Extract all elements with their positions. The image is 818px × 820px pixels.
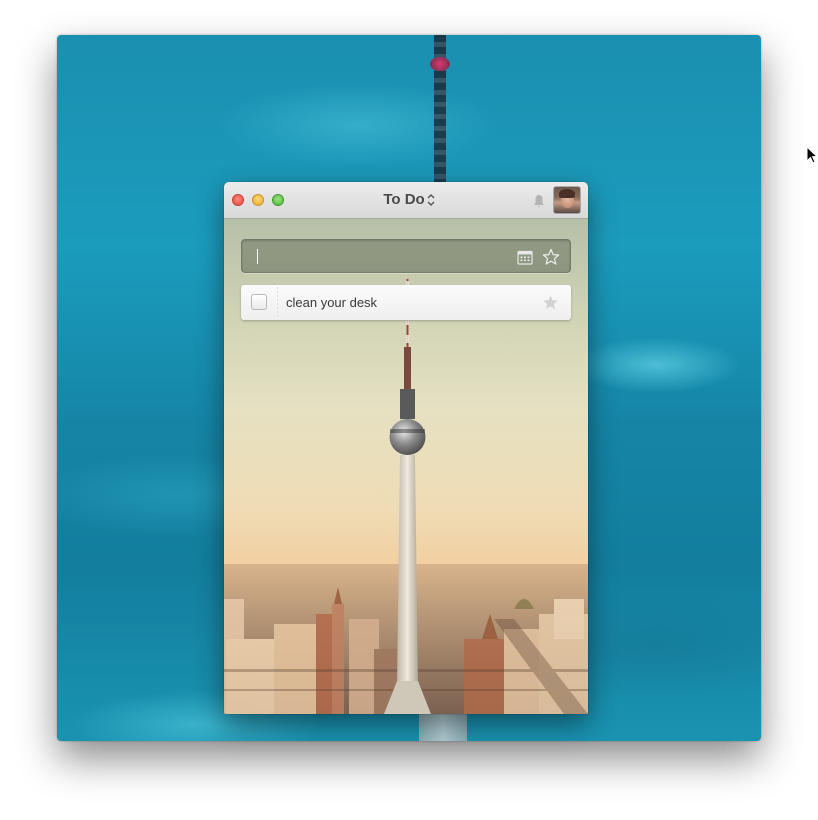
close-window-button[interactable] (232, 194, 244, 206)
todo-item[interactable]: clean your desk (241, 285, 571, 320)
todo-item-divider (277, 287, 278, 318)
todo-app-window: To Do clean your desk (224, 182, 588, 714)
title-bar[interactable]: To Do (224, 182, 588, 219)
background-tower-light (430, 57, 450, 71)
add-todo-input[interactable] (250, 244, 504, 270)
zoom-window-button[interactable] (272, 194, 284, 206)
todo-checkbox[interactable] (251, 294, 267, 310)
avatar-hair (559, 189, 575, 198)
screen: To Do clean your desk (0, 0, 818, 820)
calendar-icon[interactable] (517, 249, 533, 265)
minimize-window-button[interactable] (252, 194, 264, 206)
chevron-up-down-icon[interactable] (427, 193, 435, 207)
avatar[interactable] (554, 187, 580, 213)
star-outline-icon[interactable] (542, 248, 560, 266)
text-caret (257, 249, 258, 264)
mouse-cursor-icon (806, 146, 818, 164)
bell-icon[interactable] (531, 193, 547, 209)
todo-item-label[interactable]: clean your desk (286, 295, 377, 310)
star-icon[interactable] (542, 294, 559, 311)
add-todo-bar (241, 239, 571, 273)
list-background: clean your desk (224, 219, 588, 714)
background-tower-base (419, 713, 467, 741)
